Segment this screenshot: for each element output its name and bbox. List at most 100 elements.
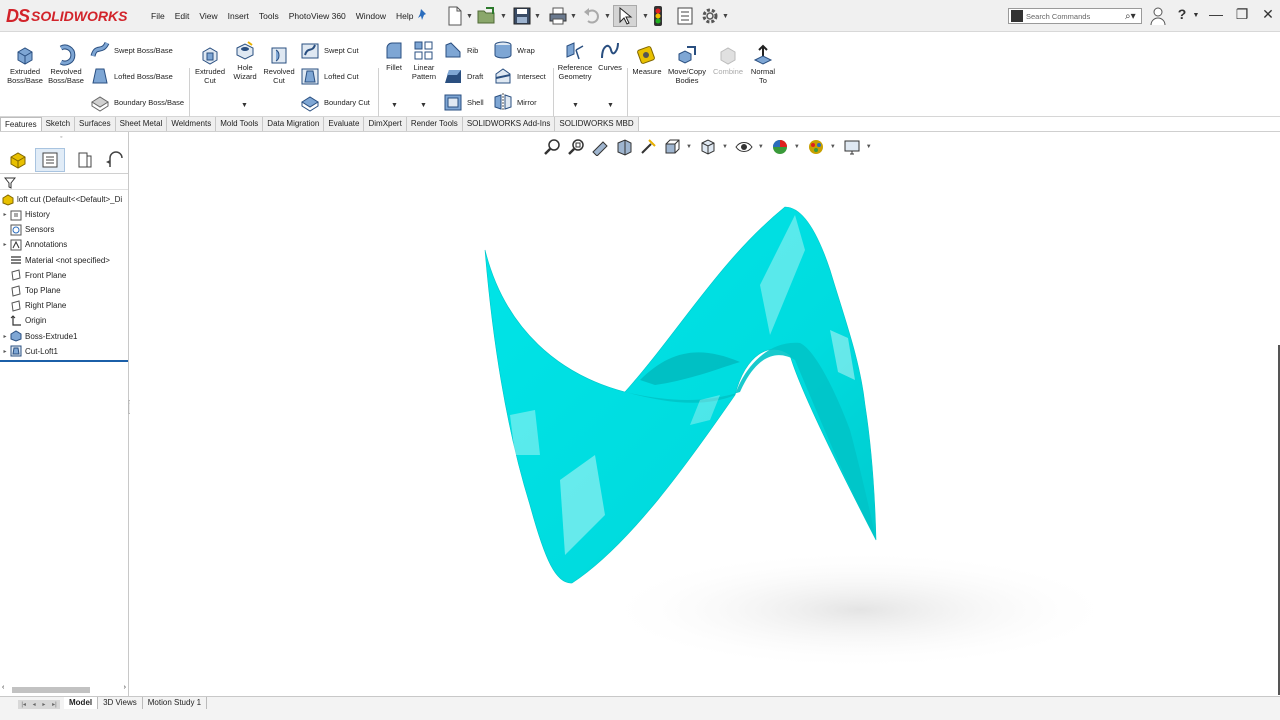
tab-navigation-arrows[interactable]: |◂ ◂ ▸ ▸| <box>18 700 60 709</box>
tree-item-material-not-specified[interactable]: Material <not specified> <box>0 253 128 268</box>
pin-icon[interactable] <box>417 8 429 22</box>
swept-boss-button[interactable]: Swept Boss/Base <box>90 40 173 60</box>
tab-model[interactable]: Model <box>64 697 99 709</box>
rib-button[interactable]: Rib <box>443 40 478 60</box>
tree-item-top-plane[interactable]: Top Plane <box>0 283 128 298</box>
menu-insert[interactable]: Insert <box>223 9 254 23</box>
tree-item-boss-extrude1[interactable]: ▸ Boss-Extrude1 <box>0 329 128 344</box>
view-settings-button[interactable] <box>842 137 862 157</box>
help-chevron-down-icon[interactable]: ▼ <box>1186 12 1206 32</box>
reference-geometry-button[interactable]: Reference Geometry <box>556 40 594 81</box>
horizontal-scrollbar[interactable]: ‹ › <box>2 684 126 694</box>
tab-mold-tools[interactable]: Mold Tools <box>216 117 264 132</box>
first-tab-icon[interactable]: |◂ <box>21 701 26 708</box>
curves-button[interactable]: Curves <box>597 40 623 73</box>
extruded-boss-button[interactable]: Extruded Boss/Base <box>6 44 44 85</box>
select-caret[interactable]: ▼ <box>640 5 649 27</box>
tab-sketch[interactable]: Sketch <box>42 117 76 132</box>
tab-3d-views[interactable]: 3D Views <box>98 697 143 709</box>
select-button[interactable] <box>613 5 637 27</box>
tree-item-right-plane[interactable]: Right Plane <box>0 298 128 313</box>
dimxpert-manager-tab[interactable] <box>102 148 126 172</box>
tab-render-tools[interactable]: Render Tools <box>407 117 463 132</box>
scroll-right-icon[interactable]: › <box>124 684 126 691</box>
menu-view[interactable]: View <box>194 9 222 23</box>
property-manager-tab[interactable] <box>35 148 65 172</box>
chevron-down-icon[interactable]: ▼ <box>607 102 614 109</box>
rebuild-button[interactable] <box>651 5 665 27</box>
menu-tools[interactable]: Tools <box>254 9 284 23</box>
panel-collapse-handle[interactable]: ◦ <box>60 134 62 141</box>
move-copy-bodies-button[interactable]: Move/Copy Bodies <box>666 44 708 85</box>
tab-solidworks-add-ins[interactable]: SOLIDWORKS Add-Ins <box>463 117 556 132</box>
tree-root-part[interactable]: loft cut (Default<<Default>_Di <box>0 192 128 207</box>
restore-button[interactable]: ❐ <box>1232 6 1252 26</box>
chevron-down-icon[interactable]: ▼ <box>391 102 398 109</box>
tab-evaluate[interactable]: Evaluate <box>324 117 365 132</box>
file-properties-button[interactable] <box>675 5 695 27</box>
hide-show-items-button[interactable] <box>734 137 754 157</box>
scrollbar-thumb[interactable] <box>12 687 90 693</box>
chevron-down-icon[interactable]: ▼ <box>534 13 541 20</box>
tree-filter[interactable] <box>0 176 128 190</box>
display-style-button[interactable] <box>698 137 718 157</box>
expand-arrow-icon[interactable]: ▸ <box>0 241 10 248</box>
search-commands-field[interactable]: Search Commands ⌕▾ <box>1008 8 1142 24</box>
chevron-down-icon[interactable]: ▼ <box>241 102 248 109</box>
new-document-button[interactable]: ▼ <box>446 5 473 27</box>
chevron-down-icon[interactable]: ▼ <box>686 144 692 150</box>
open-button[interactable]: ▼ <box>476 5 507 27</box>
chevron-down-icon[interactable]: ▼ <box>570 13 577 20</box>
options-button[interactable]: ▼ <box>700 5 729 27</box>
chevron-down-icon[interactable]: ▼ <box>572 102 579 109</box>
expand-arrow-icon[interactable]: ▸ <box>0 211 10 218</box>
measure-button[interactable]: Measure <box>630 44 664 77</box>
chevron-down-icon[interactable]: ▼ <box>758 144 764 150</box>
tab-data-migration[interactable]: Data Migration <box>263 117 325 132</box>
fillet-button[interactable]: Fillet <box>382 40 406 73</box>
rollback-bar[interactable] <box>0 360 128 362</box>
extruded-cut-button[interactable]: Extruded Cut <box>192 44 228 85</box>
mirror-button[interactable]: Mirror <box>493 92 537 112</box>
tab-weldments[interactable]: Weldments <box>167 117 217 132</box>
tab-features[interactable]: Features <box>0 117 42 132</box>
revolved-boss-button[interactable]: Revolved Boss/Base <box>48 44 84 85</box>
view-orientation-button[interactable] <box>662 137 682 157</box>
expand-arrow-icon[interactable]: ▸ <box>0 348 10 355</box>
tab-motion-study-1[interactable]: Motion Study 1 <box>143 697 208 709</box>
user-icon[interactable] <box>1148 6 1168 26</box>
zoom-to-area-button[interactable] <box>566 137 586 157</box>
lofted-boss-button[interactable]: Lofted Boss/Base <box>90 66 173 86</box>
close-button[interactable]: ✕ <box>1258 6 1278 26</box>
chevron-down-icon[interactable]: ▼ <box>866 144 872 150</box>
prev-tab-icon[interactable]: ◂ <box>33 701 36 708</box>
zoom-to-fit-button[interactable] <box>542 137 562 157</box>
wrap-button[interactable]: Wrap <box>493 40 535 60</box>
tree-item-front-plane[interactable]: Front Plane <box>0 268 128 283</box>
menu-file[interactable]: File <box>146 9 170 23</box>
draft-button[interactable]: Draft <box>443 66 483 86</box>
menu-edit[interactable]: Edit <box>170 9 195 23</box>
intersect-button[interactable]: Intersect <box>493 66 546 86</box>
chevron-down-icon[interactable]: ▼ <box>466 13 473 20</box>
undo-button[interactable]: ▼ <box>582 5 611 27</box>
scroll-left-icon[interactable]: ‹ <box>2 684 4 691</box>
graphics-area[interactable] <box>130 132 1280 696</box>
search-icon[interactable]: ⌕▾ <box>1125 11 1141 22</box>
chevron-down-icon[interactable]: ▼ <box>500 13 507 20</box>
last-tab-icon[interactable]: ▸| <box>52 701 57 708</box>
revolved-cut-button[interactable]: Revolved Cut <box>261 44 297 85</box>
tab-surfaces[interactable]: Surfaces <box>75 117 116 132</box>
tree-item-annotations[interactable]: ▸ Annotations <box>0 237 128 252</box>
boundary-boss-button[interactable]: Boundary Boss/Base <box>90 92 184 112</box>
edit-appearance-button[interactable] <box>770 137 790 157</box>
normal-to-button[interactable]: Normal To <box>746 44 780 85</box>
dynamic-annotation-button[interactable] <box>638 137 658 157</box>
combine-button[interactable]: Combine <box>710 44 746 77</box>
hole-wizard-button[interactable]: Hole Wizard <box>230 40 260 81</box>
minimize-button[interactable]: — <box>1206 6 1226 26</box>
apply-scene-button[interactable] <box>806 137 826 157</box>
linear-pattern-button[interactable]: Linear Pattern <box>409 40 439 81</box>
section-view-button[interactable] <box>614 137 634 157</box>
tab-dimxpert[interactable]: DimXpert <box>364 117 407 132</box>
